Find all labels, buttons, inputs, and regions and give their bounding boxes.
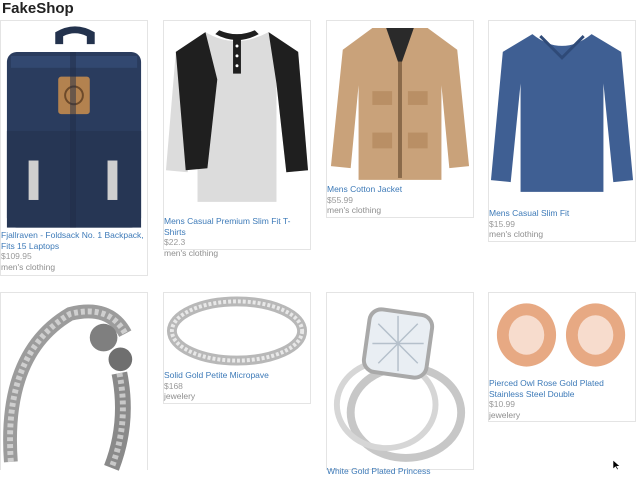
diamond-ring-image[interactable] (327, 293, 473, 465)
product-card[interactable]: Fjallraven - Foldsack No. 1 Backpack, Fi… (0, 20, 148, 276)
brand-title[interactable]: FakeShop (2, 0, 74, 18)
product-title[interactable]: Pierced Owl Rose Gold Plated Stainless S… (489, 378, 635, 399)
tshirt-image[interactable] (164, 21, 310, 215)
product-title[interactable]: Mens Cotton Jacket (327, 184, 473, 195)
product-card[interactable]: White Gold Plated Princess (326, 292, 474, 476)
mouse-cursor-icon (612, 460, 621, 470)
product-category: jewelery (489, 409, 521, 420)
product-card[interactable]: Solid Gold Petite Micropave $168 jeweler… (163, 292, 311, 404)
ring-image[interactable] (164, 293, 310, 369)
product-price: $55.99 (327, 194, 353, 205)
product-category: men's clothing (1, 261, 56, 272)
product-price: $109.95 (1, 251, 32, 261)
product-card[interactable]: Mens Casual Slim Fit $15.99 men's clothi… (488, 20, 636, 242)
product-category: jewelery (164, 391, 196, 401)
product-category: men's clothing (164, 247, 219, 258)
product-title[interactable]: Mens Casual Premium Slim Fit T-Shirts (164, 216, 310, 237)
product-card[interactable]: Mens Cotton Jacket $55.99 men's clothing (326, 20, 474, 218)
bracelet-image[interactable] (1, 293, 147, 471)
product-price: $10.99 (489, 399, 515, 409)
product-price: $22.3 (164, 237, 186, 247)
product-title[interactable]: White Gold Plated Princess (327, 466, 473, 477)
product-title[interactable]: Fjallraven - Foldsack No. 1 Backpack, Fi… (1, 230, 147, 251)
product-card[interactable]: Mens Casual Premium Slim Fit T-Shirts $2… (163, 20, 311, 258)
product-title[interactable]: Solid Gold Petite Micropave (164, 370, 310, 381)
product-price: $168 (164, 380, 183, 391)
product-category: men's clothing (489, 229, 544, 239)
jacket-image[interactable] (327, 21, 473, 183)
product-card[interactable] (0, 292, 148, 471)
longsleeve-image[interactable] (489, 21, 635, 207)
product-card[interactable]: Pierced Owl Rose Gold Plated Stainless S… (488, 292, 636, 422)
product-title[interactable]: Mens Casual Slim Fit (489, 208, 635, 219)
earrings-image[interactable] (489, 293, 635, 377)
backpack-image[interactable] (1, 21, 147, 229)
product-category: men's clothing (327, 205, 382, 215)
product-price: $15.99 (489, 218, 515, 229)
